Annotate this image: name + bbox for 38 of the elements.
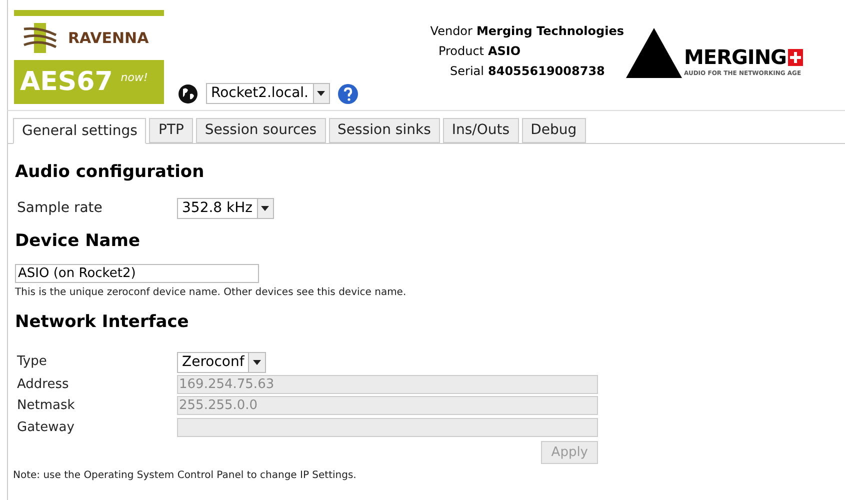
info-label: Vendor — [429, 23, 472, 40]
info-value: Merging Technologies — [476, 23, 624, 40]
tab[interactable]: Debug — [522, 118, 586, 143]
help-icon[interactable] — [338, 84, 358, 104]
type-select[interactable]: Zeroconf — [177, 352, 266, 372]
field-label: Address — [16, 376, 70, 394]
info-value: 84055619008738 — [488, 63, 605, 80]
info-label: Product — [437, 43, 484, 60]
help-text: This is the unique zeroconf device name. Other devices see this device name. — [15, 286, 408, 300]
tab[interactable]: Ins/Outs — [442, 118, 519, 143]
field-label: Gateway — [16, 418, 76, 436]
field-label: Type — [16, 353, 48, 372]
standard-name: AES67 — [20, 66, 113, 98]
caret-icon — [253, 360, 262, 364]
info-label: Serial — [449, 63, 484, 80]
triangle-icon — [626, 28, 682, 78]
field-label: Netmask — [16, 397, 76, 415]
brand-name: RAVENNA — [68, 28, 149, 49]
wave-icon — [22, 23, 58, 53]
section-title: Network Interface — [15, 311, 190, 334]
sample-rate-select[interactable]: 352.8 kHz — [177, 198, 274, 218]
logo-tag: now! — [120, 70, 148, 86]
field-label: Sample rate — [16, 198, 104, 218]
plus-icon — [790, 52, 802, 62]
tab[interactable]: Session sources — [196, 118, 326, 143]
tab[interactable]: Session sinks — [328, 118, 440, 143]
host-select[interactable]: Rocket2.local. — [206, 83, 330, 104]
section-title: Audio configuration — [15, 161, 206, 184]
globe-icon — [178, 84, 198, 104]
caret-icon — [317, 91, 326, 96]
caret-icon — [261, 206, 270, 210]
info-value: ASIO — [488, 43, 521, 60]
tab[interactable]: PTP — [149, 118, 193, 143]
tab[interactable]: General settings — [13, 118, 146, 144]
device-name-field[interactable]: ASIO (on Rocket2) — [15, 264, 259, 283]
section-title: Device Name — [15, 230, 142, 252]
note-text: Note: use the Operating System Control Panel to change IP Settings. — [13, 469, 358, 483]
company-name: MERGING — [684, 47, 786, 67]
